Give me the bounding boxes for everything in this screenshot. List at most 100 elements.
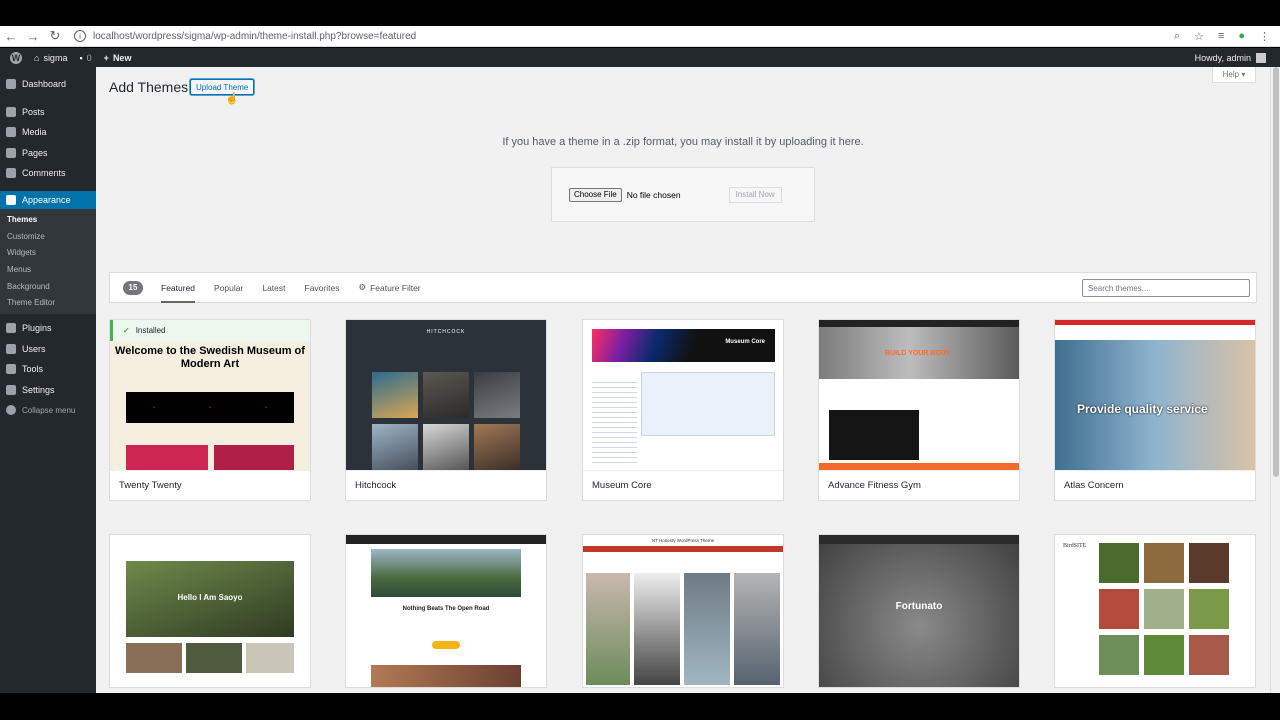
choose-file-button[interactable]: Choose File [569, 187, 622, 202]
menu-appearance[interactable]: Appearance [0, 190, 96, 209]
submenu-widgets[interactable]: Widgets [0, 245, 96, 262]
submenu-menus[interactable]: Menus [0, 261, 96, 278]
menu-plugins[interactable]: Plugins [0, 318, 96, 339]
menu-media[interactable]: Media [0, 122, 96, 143]
theme-name: Atlas Concern [1055, 470, 1255, 500]
menu-pages[interactable]: Pages [0, 143, 96, 164]
screenshot-headline: NT Honesty WordPress Theme [651, 538, 715, 543]
comment-bubble-icon: ▪ [79, 52, 83, 63]
menu-label: Dashboard [22, 79, 67, 90]
menu-settings[interactable]: Settings [0, 380, 96, 401]
submenu-background[interactable]: Background [0, 278, 96, 295]
url-text: localhost/wordpress/sigma/wp-admin/theme… [93, 30, 417, 42]
back-icon[interactable]: ← [0, 26, 22, 47]
theme-card-birdsite[interactable]: BirdSITE [1054, 534, 1256, 688]
search-themes-input[interactable]: Search themes... [1082, 279, 1250, 297]
main-content: Help ▾ Add Themes Upload Theme ☝ If you … [96, 67, 1270, 693]
my-account-menu[interactable]: Howdy, admin [1189, 48, 1272, 67]
menu-users[interactable]: Users [0, 339, 96, 360]
submenu-themes[interactable]: Themes [0, 212, 96, 229]
screenshot-tile [1144, 543, 1184, 583]
bookmark-star-icon[interactable]: ☆ [1194, 30, 1204, 43]
menu-collapse[interactable]: Collapse menu [0, 400, 96, 421]
scrollbar-thumb[interactable] [1273, 67, 1279, 477]
upload-theme-button[interactable]: Upload Theme [190, 79, 255, 95]
submenu-theme-editor[interactable]: Theme Editor [0, 294, 96, 311]
installed-label: Installed [135, 326, 166, 335]
screenshot-headline: Welcome to the Swedish Museum of Modern … [115, 345, 305, 370]
theme-card-nt-honesty[interactable]: NT Honesty WordPress Theme [582, 534, 784, 688]
theme-card-advance-fitness-gym[interactable]: BUILD YOUR BODY Advance Fitness Gym [818, 319, 1020, 501]
screenshot-tile [1189, 543, 1229, 583]
screenshot-banner: Museum Core [592, 329, 775, 362]
installed-notice: ✓ Installed [110, 320, 310, 341]
theme-card-museum-core[interactable]: Museum Core Museum Core [582, 319, 784, 501]
page-title: Add Themes [109, 79, 189, 95]
page-scrollbar[interactable] [1270, 67, 1280, 693]
menu-label: Users [22, 343, 46, 354]
forward-icon[interactable]: → [22, 26, 44, 47]
help-tab[interactable]: Help ▾ [1212, 67, 1256, 83]
address-bar[interactable]: i localhost/wordpress/sigma/wp-admin/the… [74, 26, 1174, 47]
dashboard-icon [6, 79, 16, 90]
theme-card-fortunato[interactable]: Fortunato [818, 534, 1020, 688]
theme-screenshot: HITCHCOCK [346, 320, 546, 470]
new-label: New [112, 52, 132, 63]
theme-screenshot: Provide quality service [1055, 320, 1255, 470]
menu-tools[interactable]: Tools [0, 359, 96, 380]
menu-label: Collapse menu [22, 405, 76, 415]
screenshot-block [214, 445, 294, 470]
feature-filter-button[interactable]: ⚙ Feature Filter [358, 272, 420, 303]
submenu-customize[interactable]: Customize [0, 228, 96, 245]
screenshot-tile [474, 424, 520, 470]
feature-filter-label: Feature Filter [370, 282, 421, 293]
reload-icon[interactable]: ↻ [44, 26, 66, 47]
screenshot-panel [641, 372, 775, 436]
screenshot-tile [372, 424, 418, 470]
install-now-button[interactable]: Install Now [728, 186, 782, 203]
wp-logo-menu[interactable]: W [0, 48, 28, 67]
screenshot-headline: Hello I Am Saoyo [177, 593, 243, 602]
menu-dashboard[interactable]: Dashboard [0, 74, 96, 95]
theme-card-hitchcock[interactable]: HITCHCOCK Hitchcock [345, 319, 547, 501]
home-icon: ⌂ [34, 52, 40, 63]
tools-icon [6, 364, 16, 375]
screenshot-column [586, 573, 630, 685]
theme-card-atlas-concern[interactable]: Provide quality service Atlas Concern [1054, 319, 1256, 501]
comments-menu[interactable]: ▪ 0 [73, 48, 97, 67]
screenshot-hero: Hello I Am Saoyo [126, 561, 294, 637]
collapse-icon [6, 405, 16, 416]
comment-icon [6, 168, 16, 179]
theme-card-twenty-twenty[interactable]: ✓ Installed Welcome to the Swedish Museu… [109, 319, 311, 501]
screenshot-nav [583, 546, 783, 552]
screenshot-hero [371, 549, 521, 597]
screenshot-topbar [819, 320, 1019, 327]
screenshot-tile [1099, 589, 1139, 629]
tab-popular[interactable]: Popular [214, 272, 243, 303]
no-file-label: No file chosen [626, 189, 681, 200]
theme-card-saoyo[interactable]: Hello I Am Saoyo [109, 534, 311, 688]
screenshot-headline: Fortunato [895, 601, 943, 612]
pin-icon [6, 106, 16, 117]
menu-label: Tools [22, 364, 44, 375]
tab-latest[interactable]: Latest [262, 272, 285, 303]
theme-card-open-road[interactable]: Nothing Beats The Open Road [345, 534, 547, 688]
site-name-menu[interactable]: ⌂ sigma [28, 48, 73, 67]
new-content-menu[interactable]: + New [98, 48, 138, 67]
menu-posts[interactable]: Posts [0, 102, 96, 123]
screenshot-tile [1099, 635, 1139, 675]
theme-screenshot: NT Honesty WordPress Theme [583, 535, 783, 687]
menu-label: Comments [22, 168, 66, 179]
screenshot-sidebar [592, 378, 637, 463]
menu-comments[interactable]: Comments [0, 163, 96, 184]
theme-screenshot: BUILD YOUR BODY [819, 320, 1019, 470]
screenshot-tile [1189, 589, 1229, 629]
tab-featured[interactable]: Featured [161, 272, 196, 303]
browser-menu-icon[interactable]: ⋮ [1259, 30, 1270, 43]
extension-icon[interactable]: ● [1238, 30, 1245, 42]
zoom-icon[interactable]: ⌕ [1174, 30, 1180, 43]
tab-favorites[interactable]: Favorites [305, 272, 340, 303]
screenshot-tile [423, 372, 469, 418]
info-icon[interactable]: i [74, 30, 86, 42]
playlist-icon[interactable]: ≡ [1218, 30, 1224, 42]
